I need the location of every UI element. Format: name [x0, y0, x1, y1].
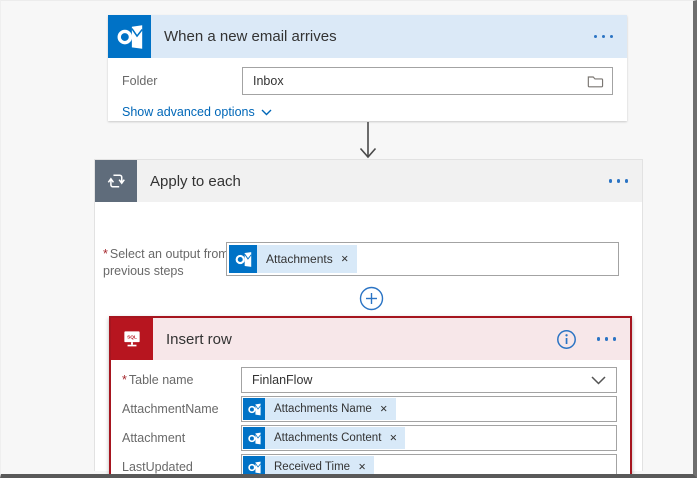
outlook-icon — [243, 456, 265, 478]
lastupdated-label: LastUpdated — [122, 460, 241, 474]
insert-card-header[interactable]: SQL Insert row — [111, 318, 630, 360]
folder-input[interactable]: Inbox — [242, 67, 613, 95]
close-icon[interactable]: ✕ — [389, 433, 397, 444]
attachments-token[interactable]: Attachments ✕ — [229, 245, 357, 273]
add-action-button[interactable] — [359, 286, 384, 311]
folder-value: Inbox — [253, 74, 586, 88]
attachment-input[interactable]: Attachments Content ✕ — [241, 425, 617, 451]
insert-row-card[interactable]: SQL Insert row — [109, 316, 632, 478]
required-mark: * — [122, 373, 127, 387]
apply-to-each-loop-icon — [95, 160, 137, 202]
trigger-title: When a new email arrives — [164, 28, 588, 45]
close-icon[interactable]: ✕ — [341, 254, 349, 265]
attachmentname-label: AttachmentName — [122, 402, 241, 416]
apply-more-menu-button[interactable] — [603, 173, 643, 189]
table-name-label: *Table name — [122, 373, 241, 387]
token-label: Received Time — [274, 461, 350, 473]
show-advanced-options-link[interactable]: Show advanced options — [122, 105, 272, 119]
attachments-name-token[interactable]: Attachments Name ✕ — [243, 398, 396, 420]
info-icon[interactable] — [556, 329, 577, 350]
svg-text:SQL: SQL — [127, 335, 137, 341]
lastupdated-input[interactable]: Received Time ✕ — [241, 454, 617, 478]
trigger-card[interactable]: When a new email arrives Folder Inbox Sh… — [108, 15, 627, 121]
outlook-icon — [243, 427, 265, 449]
apply-body: *Select an output from previous steps At… — [95, 202, 642, 470]
apply-title: Apply to each — [150, 173, 603, 190]
close-icon[interactable]: ✕ — [358, 462, 366, 473]
folder-label: Folder — [122, 74, 242, 88]
trigger-body: Folder Inbox Show advanced options — [108, 58, 627, 121]
output-input[interactable]: Attachments ✕ — [226, 242, 619, 276]
output-label: *Select an output from previous steps — [103, 246, 229, 280]
insert-more-menu-button[interactable] — [597, 331, 617, 347]
attachment-label: Attachment — [122, 431, 241, 445]
apply-card-header[interactable]: Apply to each — [95, 160, 642, 202]
outlook-icon — [243, 398, 265, 420]
folder-icon[interactable] — [586, 73, 604, 89]
chevron-down-icon — [261, 109, 272, 116]
attachments-content-token[interactable]: Attachments Content ✕ — [243, 427, 405, 449]
trigger-more-menu-button[interactable] — [588, 29, 628, 45]
insert-title: Insert row — [166, 331, 556, 348]
outlook-icon — [108, 15, 151, 58]
received-time-token[interactable]: Received Time ✕ — [243, 456, 374, 478]
token-label: Attachments — [266, 252, 333, 266]
token-label: Attachments Name — [274, 403, 372, 415]
trigger-card-header[interactable]: When a new email arrives — [108, 15, 627, 58]
table-name-value: FinlanFlow — [252, 373, 591, 387]
close-icon[interactable]: ✕ — [380, 404, 388, 415]
outlook-icon — [229, 245, 257, 273]
token-label: Attachments Content — [274, 432, 381, 444]
apply-to-each-card[interactable]: Apply to each *Select an output from pre… — [94, 159, 643, 471]
table-name-select[interactable]: FinlanFlow — [241, 367, 617, 393]
insert-body: *Table name FinlanFlow AttachmentName — [111, 360, 630, 478]
chevron-down-icon — [591, 376, 606, 385]
sql-server-icon: SQL — [111, 318, 153, 360]
flow-designer-canvas: When a new email arrives Folder Inbox Sh… — [0, 0, 697, 478]
required-mark: * — [103, 247, 108, 261]
attachmentname-input[interactable]: Attachments Name ✕ — [241, 396, 617, 422]
